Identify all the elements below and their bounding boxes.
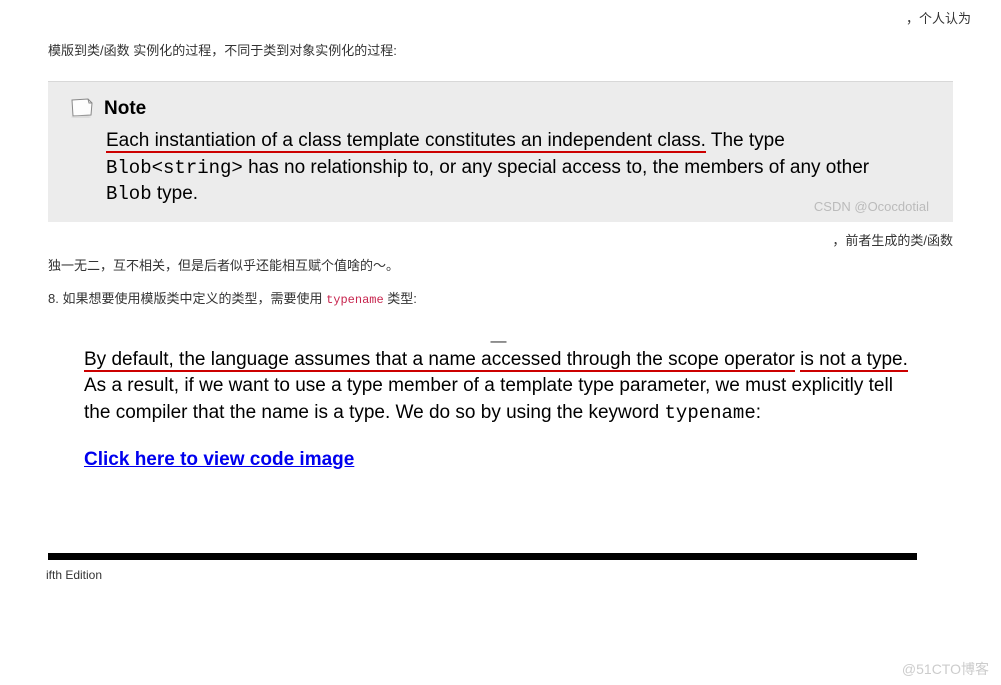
margin-note-text: ，前者生成的类/函数	[832, 230, 953, 249]
margin-note-right: ，前者生成的类/函数	[48, 228, 953, 249]
margin-note-top: ，个人认为	[906, 8, 971, 27]
excerpt-text: :	[756, 402, 761, 423]
code-typename: typename	[665, 402, 756, 424]
note-text: The type	[706, 130, 785, 151]
note-icon	[68, 96, 96, 118]
code-typename-inline: typename	[326, 293, 384, 307]
view-code-link[interactable]: Click here to view code image	[84, 447, 354, 474]
underlined-line1: By default, the language assumes that a …	[84, 349, 795, 372]
footer-edition: ifth Edition	[46, 560, 953, 582]
underlined-sentence: Each instantiation of a class template c…	[106, 130, 706, 153]
list-item-8: 8. 如果想要使用模版类中定义的类型，需要使用 typename 类型:	[48, 288, 953, 307]
divider-bar	[48, 553, 917, 560]
csdn-watermark: CSDN @Ococdotial	[814, 199, 929, 214]
note-title: Note	[104, 96, 146, 120]
cto-watermark: @51CTO博客	[902, 659, 989, 679]
note-text: has no relationship to, or any special a…	[243, 157, 869, 178]
paragraph-continuation: 独一无二，互不相关，但是后者似乎还能相互赋个值啥的～。	[48, 255, 953, 274]
article-content: 模版到类/函数 实例化的过程，不同于类到对象实例化的过程: Note Each …	[0, 0, 1001, 582]
list-text-prefix: 8. 如果想要使用模版类中定义的类型，需要使用	[48, 291, 326, 306]
dash-separator: —	[84, 331, 913, 345]
note-body: Each instantiation of a class template c…	[68, 128, 933, 208]
note-header: Note	[68, 96, 933, 120]
code-blob-string: Blob<string>	[106, 157, 243, 179]
excerpt-text: As a result, if we want to use a type me…	[84, 375, 893, 423]
paragraph-intro: 模版到类/函数 实例化的过程，不同于类到对象实例化的过程:	[48, 0, 953, 59]
note-text: type.	[152, 183, 198, 204]
underlined-line2: is not a type.	[800, 349, 908, 372]
list-text-suffix: 类型:	[384, 291, 417, 306]
code-blob: Blob	[106, 183, 152, 205]
note-callout: Note Each instantiation of a class templ…	[48, 81, 953, 222]
excerpt-paragraph: By default, the language assumes that a …	[84, 347, 913, 427]
book-excerpt: — By default, the language assumes that …	[48, 321, 953, 473]
